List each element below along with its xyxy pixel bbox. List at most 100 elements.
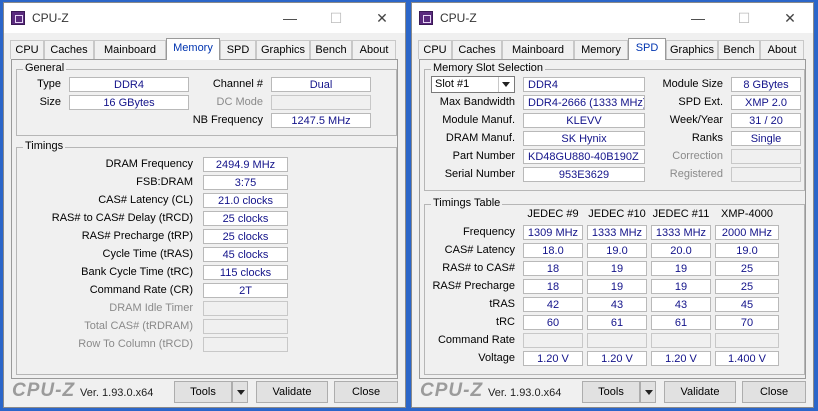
close-button[interactable]: Close — [334, 381, 398, 403]
registered-label: Registered — [669, 168, 723, 180]
tab-cpu[interactable]: CPU — [418, 40, 452, 59]
table-cell — [651, 333, 711, 348]
column-header: JEDEC #9 — [527, 208, 579, 220]
row-label: Frequency — [463, 226, 515, 238]
validate-button[interactable]: Validate — [664, 381, 736, 403]
table-cell: 25 — [715, 279, 779, 294]
close-window-button[interactable]: ✕ — [359, 3, 405, 33]
group-title: General — [23, 62, 67, 74]
timing-label: FSB:DRAM — [136, 176, 193, 188]
ranks-value: Single — [731, 131, 801, 146]
timing-label: DRAM Frequency — [105, 158, 193, 170]
timing-value: 115 clocks — [203, 265, 288, 280]
table-cell: 61 — [651, 315, 711, 330]
row-label: Command Rate — [437, 334, 515, 346]
table-cell: 19.0 — [587, 243, 647, 258]
tools-dropdown-arrow-icon[interactable] — [640, 381, 656, 403]
table-cell — [523, 333, 583, 348]
maximize-button[interactable]: ☐ — [313, 3, 359, 33]
registered-value — [731, 167, 801, 182]
timings-table-group: Timings Table JEDEC #9 JEDEC #10 JEDEC #… — [424, 197, 805, 375]
timing-label: CAS# Latency (CL) — [98, 194, 193, 206]
footer-bar: CPU-Z Ver. 1.93.0.x64 Tools Validate Clo… — [412, 377, 813, 407]
cpuz-window-spd: CPU-Z — ☐ ✕ CPU Caches Mainboard Memory … — [411, 2, 814, 408]
cpuz-app-icon — [419, 11, 433, 25]
tab-mainboard[interactable]: Mainboard — [502, 40, 574, 59]
ranks-label: Ranks — [691, 132, 723, 144]
table-cell: 20.0 — [651, 243, 711, 258]
module-size-value: 8 GBytes — [731, 77, 801, 92]
dram-manuf-label: DRAM Manuf. — [445, 132, 515, 144]
tab-bench[interactable]: Bench — [718, 40, 760, 59]
tab-caches[interactable]: Caches — [44, 40, 94, 59]
serial-number-label: Serial Number — [444, 168, 515, 180]
table-cell: 45 — [715, 297, 779, 312]
row-label: tRC — [496, 316, 515, 328]
close-button[interactable]: Close — [742, 381, 806, 403]
channel-label: Channel # — [212, 78, 263, 90]
memory-slot-group: Memory Slot Selection Slot #1 DDR4 Modul… — [424, 62, 805, 191]
timing-label: RAS# to CAS# Delay (tRCD) — [51, 212, 193, 224]
cpuz-window-memory: CPU-Z — ☐ ✕ CPU Caches Mainboard Memory … — [3, 2, 406, 408]
table-cell: 70 — [715, 315, 779, 330]
tab-mainboard[interactable]: Mainboard — [94, 40, 166, 59]
table-cell: 19 — [587, 279, 647, 294]
group-title: Timings Table — [431, 197, 503, 209]
tab-about[interactable]: About — [760, 40, 804, 59]
timing-label: Cycle Time (tRAS) — [102, 248, 193, 260]
timing-label: Bank Cycle Time (tRC) — [81, 266, 193, 278]
dram-manuf-value: SK Hynix — [523, 131, 645, 146]
row-label: RAS# to CAS# — [442, 262, 515, 274]
tab-spd[interactable]: SPD — [220, 40, 256, 59]
tab-about[interactable]: About — [352, 40, 396, 59]
title-bar[interactable]: CPU-Z — ☐ ✕ — [412, 3, 813, 33]
group-title: Memory Slot Selection — [431, 62, 546, 74]
minimize-button[interactable]: — — [267, 3, 313, 33]
timing-label: RAS# Precharge (tRP) — [81, 230, 193, 242]
tab-bar: CPU Caches Mainboard Memory SPD Graphics… — [10, 38, 399, 60]
tab-spd[interactable]: SPD — [628, 38, 666, 60]
table-cell: 25 — [715, 261, 779, 276]
dropdown-arrow-icon — [498, 77, 514, 92]
title-bar[interactable]: CPU-Z — ☐ ✕ — [4, 3, 405, 33]
tab-memory[interactable]: Memory — [574, 40, 628, 59]
spd-ext-label: SPD Ext. — [678, 96, 723, 108]
validate-button[interactable]: Validate — [256, 381, 328, 403]
group-title: Timings — [23, 140, 66, 152]
tools-button[interactable]: Tools — [174, 381, 232, 403]
table-cell: 60 — [523, 315, 583, 330]
maximize-button[interactable]: ☐ — [721, 3, 767, 33]
timing-value: 25 clocks — [203, 229, 288, 244]
table-cell: 43 — [587, 297, 647, 312]
column-header: JEDEC #10 — [588, 208, 646, 220]
module-manuf-label: Module Manuf. — [442, 114, 515, 126]
row-label: Voltage — [478, 352, 515, 364]
tab-memory[interactable]: Memory — [166, 38, 220, 60]
dc-mode-value — [271, 95, 371, 110]
size-value: 16 GBytes — [69, 95, 189, 110]
module-type-value: DDR4 — [523, 77, 645, 92]
timing-value — [203, 319, 288, 334]
table-cell: 1333 MHz — [587, 225, 647, 240]
tools-button[interactable]: Tools — [582, 381, 640, 403]
tools-dropdown-arrow-icon[interactable] — [232, 381, 248, 403]
table-cell: 43 — [651, 297, 711, 312]
channel-value: Dual — [271, 77, 371, 92]
version-label: Ver. 1.93.0.x64 — [80, 387, 154, 399]
table-cell: 61 — [587, 315, 647, 330]
row-label: RAS# Precharge — [432, 280, 515, 292]
slot-select[interactable]: Slot #1 — [431, 76, 515, 93]
close-window-button[interactable]: ✕ — [767, 3, 813, 33]
timing-value: 25 clocks — [203, 211, 288, 226]
minimize-button[interactable]: — — [675, 3, 721, 33]
module-manuf-value: KLEVV — [523, 113, 645, 128]
tab-cpu[interactable]: CPU — [10, 40, 44, 59]
tab-graphics[interactable]: Graphics — [256, 40, 310, 59]
table-cell: 19 — [651, 279, 711, 294]
cpuz-logo: CPU-Z — [420, 380, 484, 401]
tab-bench[interactable]: Bench — [310, 40, 352, 59]
tab-graphics[interactable]: Graphics — [666, 40, 718, 59]
table-cell: 18.0 — [523, 243, 583, 258]
tab-caches[interactable]: Caches — [452, 40, 502, 59]
table-cell: 1309 MHz — [523, 225, 583, 240]
